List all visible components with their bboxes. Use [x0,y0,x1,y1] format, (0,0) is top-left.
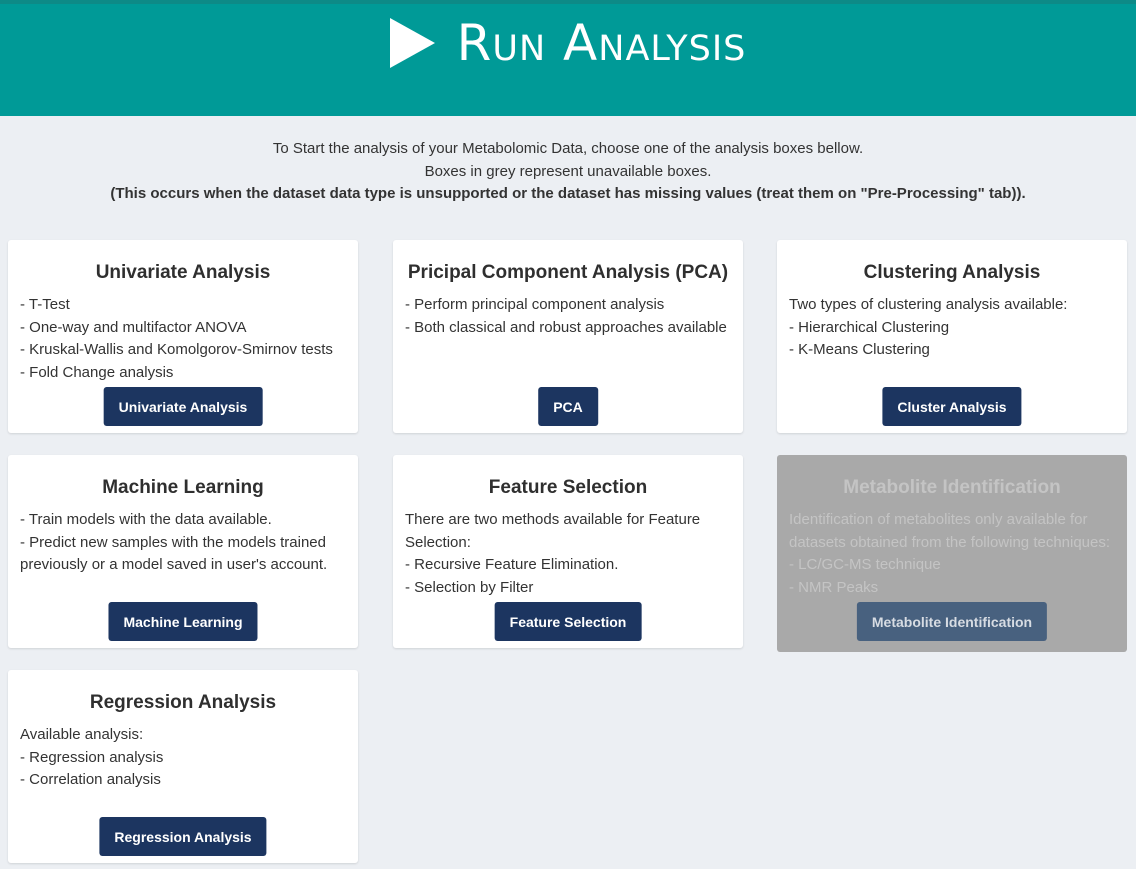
card-feature-selection: Feature Selection There are two methods … [393,455,743,648]
card-pca: Pricipal Component Analysis (PCA) - Perf… [393,240,743,433]
card-description: Identification of metabolites only avail… [789,509,1115,599]
card-line: - Selection by Filter [405,578,534,596]
card-line: Two types of clustering analysis availab… [789,296,1068,313]
card-univariate-analysis: Univariate Analysis - T-Test - One-way a… [8,240,358,433]
card-title: Metabolite Identification [843,477,1061,498]
card-description: Two types of clustering analysis availab… [789,294,1115,362]
card-line: - Predict new samples with the models tr… [20,533,326,551]
card-line: previously or a model saved in user's ac… [20,556,328,573]
card-line: - Train models with the data available. [20,511,272,528]
card-line: - NMR Peaks [789,578,879,596]
card-line: Selection: [405,533,471,551]
intro-text: To Start the analysis of your Metabolomi… [0,138,1136,206]
card-title: Regression Analysis [89,692,277,713]
metabolite-identification-button[interactable]: Metabolite Identification [856,602,1048,641]
card-metabolite-identification: Metabolite Identification Identification… [777,455,1127,652]
card-description: Available analysis: - Regression analysi… [20,724,346,792]
card-line: datasets obtained from the following tec… [789,533,1111,551]
intro-line-2: Boxes in grey represent unavailable boxe… [424,162,712,180]
card-line: - Recursive Feature Elimination. [405,556,619,573]
intro-line-3: (This occurs when the dataset data type … [110,185,1026,202]
machine-learning-button[interactable]: Machine Learning [108,602,258,641]
card-description: - Train models with the data available. … [20,509,346,577]
card-line: - Hierarchical Clustering [789,318,950,336]
card-title: Clustering Analysis [863,262,1041,283]
card-line: Identification of metabolites only avail… [789,511,1088,528]
card-line: Available analysis: [20,726,144,743]
header-banner: Run Analysis [0,0,1136,116]
intro-line-1: To Start the analysis of your Metabolomi… [272,140,864,157]
regression-analysis-button[interactable]: Regression Analysis [99,817,267,856]
card-line: - Kruskal-Wallis and Komolgorov-Smirnov … [20,341,333,358]
card-line: - Fold Change analysis [20,363,174,381]
card-line: - One-way and multifactor ANOVA [20,318,247,336]
pca-button[interactable]: PCA [538,387,598,426]
card-description: - T-Test - One-way and multifactor ANOVA… [20,294,346,384]
feature-selection-button[interactable]: Feature Selection [494,602,642,641]
univariate-analysis-button[interactable]: Univariate Analysis [103,387,263,426]
play-icon [389,18,435,68]
card-title: Univariate Analysis [95,262,271,283]
card-machine-learning: Machine Learning - Train models with the… [8,455,358,648]
card-title: Feature Selection [488,477,648,498]
card-description: There are two methods available for Feat… [405,509,731,599]
card-line: - Perform principal component analysis [405,296,665,313]
card-description: - Perform principal component analysis -… [405,294,731,339]
card-line: - Regression analysis [20,748,164,766]
card-title: Pricipal Component Analysis (PCA) [407,262,729,283]
card-line: There are two methods available for Feat… [405,511,701,528]
card-line: - Both classical and robust approaches a… [405,318,727,336]
page-title: Run Analysis [389,14,747,72]
card-line: - Correlation analysis [20,771,161,788]
card-line: - LC/GC-MS technique [789,556,941,573]
page-title-text: Run Analysis [456,14,747,72]
card-title: Machine Learning [102,477,264,498]
card-clustering-analysis: Clustering Analysis Two types of cluster… [777,240,1127,433]
card-line: - T-Test [20,296,70,313]
cluster-analysis-button[interactable]: Cluster Analysis [882,387,1022,426]
card-line: - K-Means Clustering [789,341,930,358]
card-regression-analysis: Regression Analysis Available analysis: … [8,670,358,863]
